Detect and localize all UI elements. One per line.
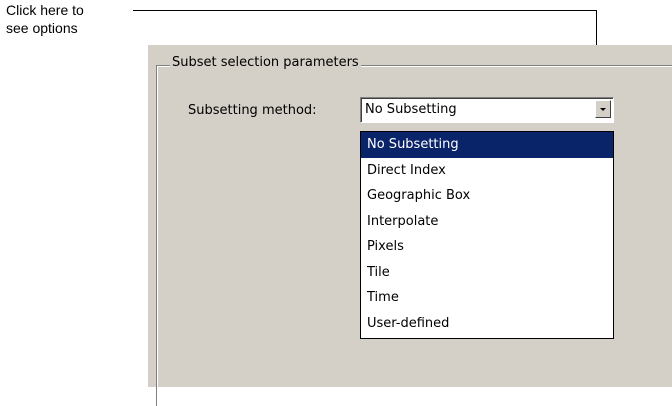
callout-line-2: see options: [6, 20, 78, 36]
callout-text: Click here to see options: [6, 1, 136, 37]
option-direct-index[interactable]: Direct Index: [361, 158, 613, 184]
option-time[interactable]: Time: [361, 285, 613, 311]
subsetting-method-dropdown-list: No Subsetting Direct Index Geographic Bo…: [360, 131, 614, 339]
subsetting-method-value: No Subsetting: [365, 102, 457, 117]
callout-line-1: Click here to: [6, 2, 84, 18]
option-no-subsetting[interactable]: No Subsetting: [361, 132, 613, 158]
chevron-down-icon: [600, 108, 606, 111]
callout-leader-line: [133, 10, 597, 11]
option-user-defined[interactable]: User-defined: [361, 311, 613, 337]
groupbox-title: Subset selection parameters: [170, 55, 361, 70]
option-interpolate[interactable]: Interpolate: [361, 209, 613, 235]
subsetting-method-label: Subsetting method:: [188, 103, 317, 118]
option-geographic-box[interactable]: Geographic Box: [361, 183, 613, 209]
option-pixels[interactable]: Pixels: [361, 234, 613, 260]
option-tile[interactable]: Tile: [361, 260, 613, 286]
dropdown-button[interactable]: [595, 100, 611, 118]
subsetting-method-select[interactable]: No Subsetting: [360, 97, 614, 123]
dialog-panel: Subset selection parameters Subsetting m…: [148, 45, 672, 406]
